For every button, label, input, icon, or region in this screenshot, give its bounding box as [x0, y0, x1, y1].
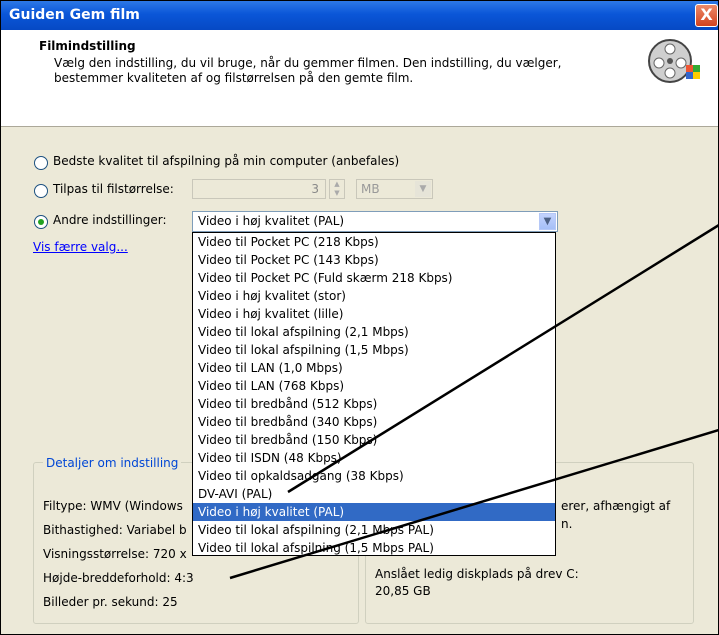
preset-option[interactable]: Video til ISDN (48 Kbps)	[193, 449, 555, 467]
show-fewer-options-link[interactable]: Vis færre valg...	[33, 240, 128, 254]
file-size-input[interactable]: 3	[192, 179, 326, 199]
preset-option[interactable]: Video til lokal afspilning (1,5 Mbps PAL…	[193, 539, 555, 555]
detail-aspect-ratio: Højde-breddeforhold: 4:3	[43, 571, 194, 585]
free-space-value: 20,85 GB	[375, 584, 431, 598]
preset-option[interactable]: Video til lokal afspilning (2,1 Mbps PAL…	[193, 521, 555, 539]
preset-option[interactable]: Video til Pocket PC (218 Kbps)	[193, 233, 555, 251]
disk-info-partial-text: erer, afhængigt af	[561, 499, 671, 513]
best-quality-label[interactable]: Bedste kvalitet til afspilning på min co…	[53, 154, 399, 168]
disk-info-partial-text-2: n.	[561, 517, 573, 531]
detail-frame-rate: Billeder pr. sekund: 25	[43, 595, 178, 609]
preset-option[interactable]: Video til LAN (1,0 Mbps)	[193, 359, 555, 377]
preset-option[interactable]: Video til bredbånd (340 Kbps)	[193, 413, 555, 431]
free-space-label: Anslået ledig diskplads på drev C:	[375, 567, 579, 581]
preset-option[interactable]: Video i høj kvalitet (stor)	[193, 287, 555, 305]
preset-option[interactable]: Video til lokal afspilning (2,1 Mbps)	[193, 323, 555, 341]
preset-option[interactable]: DV-AVI (PAL)	[193, 485, 555, 503]
title-bar[interactable]: Guiden Gem film X	[1, 1, 718, 30]
other-settings-radio[interactable]	[34, 215, 48, 229]
chevron-down-icon: ▼	[415, 181, 431, 197]
window-title: Guiden Gem film	[9, 7, 140, 23]
preset-option[interactable]: Video til bredbånd (512 Kbps)	[193, 395, 555, 413]
film-reel-icon	[648, 39, 700, 83]
other-settings-label[interactable]: Andre indstillinger:	[53, 213, 167, 227]
file-size-spinner[interactable]: ▲ ▼	[329, 179, 345, 199]
size-unit-select[interactable]: MB ▼	[356, 179, 433, 199]
page-title: Filmindstilling	[39, 39, 136, 53]
preset-option[interactable]: Video til lokal afspilning (1,5 Mbps)	[193, 341, 555, 359]
preset-option[interactable]: Video til opkaldsadgang (38 Kbps)	[193, 467, 555, 485]
preset-option[interactable]: Video til LAN (768 Kbps)	[193, 377, 555, 395]
best-quality-radio[interactable]	[34, 156, 48, 170]
detail-display-size: Visningsstørrelse: 720 x	[43, 547, 187, 561]
preset-select[interactable]: Video i høj kvalitet (PAL) ▼	[192, 211, 558, 232]
fit-size-label[interactable]: Tilpas til filstørrelse:	[53, 182, 174, 196]
preset-option[interactable]: Video til Pocket PC (Fuld skærm 218 Kbps…	[193, 269, 555, 287]
save-movie-wizard-window: Guiden Gem film X Filmindstilling Vælg d…	[0, 0, 719, 635]
close-button[interactable]: X	[695, 4, 718, 27]
fit-size-radio[interactable]	[34, 184, 48, 198]
detail-bitrate: Bithastighed: Variabel b	[43, 523, 187, 537]
preset-option[interactable]: Video til Pocket PC (143 Kbps)	[193, 251, 555, 269]
preset-option[interactable]: Video til bredbånd (150 Kbps)	[193, 431, 555, 449]
settings-details-legend: Detaljer om indstilling	[43, 456, 182, 470]
preset-dropdown-list[interactable]: Video til Pocket PC (218 Kbps) Video til …	[192, 232, 556, 556]
preset-option[interactable]: Video i høj kvalitet (lille)	[193, 305, 555, 323]
preset-option[interactable]: Video i høj kvalitet (PAL)	[193, 503, 555, 521]
chevron-down-icon[interactable]: ▼	[539, 213, 556, 230]
size-unit-value: MB	[361, 182, 380, 196]
page-description: Vælg den indstilling, du vil bruge, når …	[54, 56, 562, 85]
detail-filetype: Filtype: WMV (Windows	[43, 499, 183, 513]
preset-select-value: Video i høj kvalitet (PAL)	[198, 214, 345, 228]
